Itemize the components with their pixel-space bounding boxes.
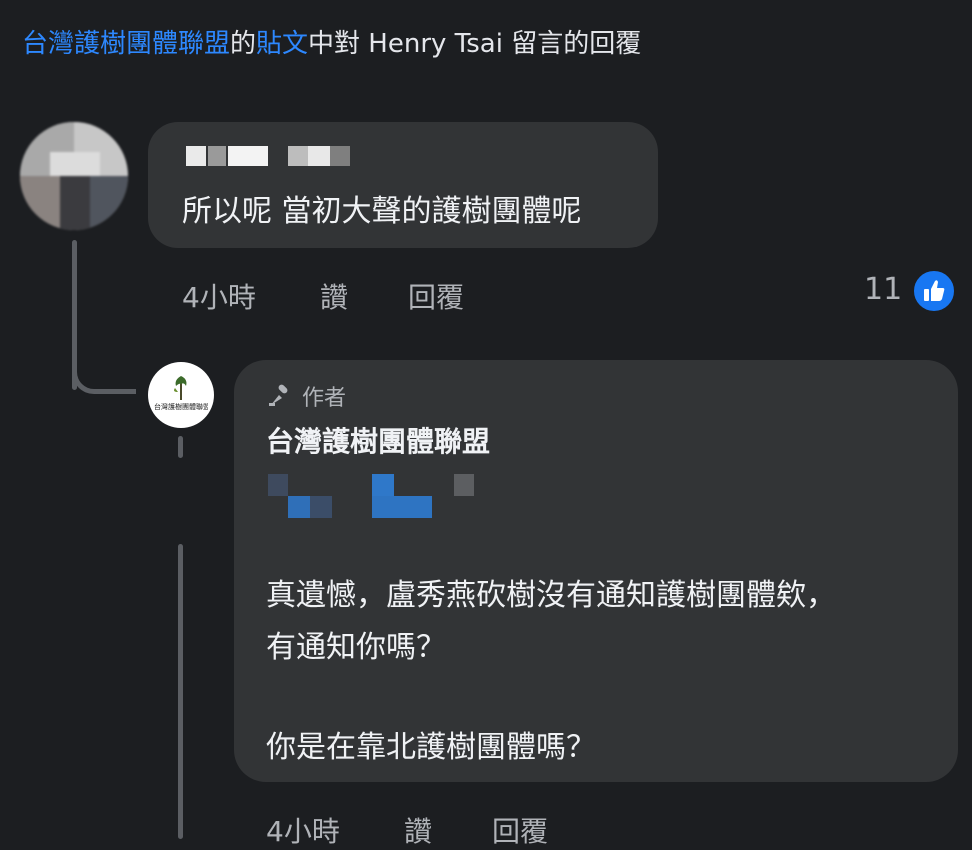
tree-logo-icon <box>174 376 187 400</box>
reply-thread-line <box>178 436 183 458</box>
reply-like-button[interactable]: 讚 <box>404 810 432 850</box>
reply-text: 真遺憾，盧秀燕砍樹沒有通知護樹團體欸， 有通知你嗎？ <box>266 570 836 674</box>
reply-timestamp[interactable]: 4小時 <box>266 810 340 850</box>
reaction-count[interactable]: 11 <box>864 272 902 307</box>
author-badge-label: 作者 <box>302 386 347 411</box>
header-of: 的 <box>230 29 257 59</box>
reply-author-name[interactable]: 台灣護樹團體聯盟 <box>266 420 490 460</box>
mentioned-name-redacted <box>268 474 478 518</box>
commenter-avatar[interactable] <box>20 122 128 230</box>
comment-text: 所以呢 當初大聲的護樹團體呢 <box>182 194 582 229</box>
org-link[interactable]: 台灣護樹團體聯盟 <box>22 29 230 59</box>
author-badge: 作者 <box>266 380 346 412</box>
post-link[interactable]: 貼文 <box>256 29 308 59</box>
reply-thread-line-lower <box>178 544 183 839</box>
microphone-icon <box>269 384 288 406</box>
header-rest: 中對 Henry Tsai 留言的回覆 <box>308 29 642 59</box>
comment-like-button[interactable]: 讚 <box>320 276 348 316</box>
reply-line-2: 有通知你嗎？ <box>266 630 446 665</box>
context-header: 台灣護樹團體聯盟的貼文中對 Henry Tsai 留言的回覆 <box>22 26 641 62</box>
comment-reply-button[interactable]: 回覆 <box>408 276 464 316</box>
commenter-name-redacted-2 <box>288 146 350 166</box>
thread-connector <box>72 350 136 394</box>
reply-reply-button[interactable]: 回覆 <box>492 810 548 850</box>
reply-line-1: 真遺憾，盧秀燕砍樹沒有通知護樹團體欸， <box>266 578 836 613</box>
reply-line-3: 你是在靠北護樹團體嗎？ <box>266 730 596 765</box>
comment-timestamp[interactable]: 4小時 <box>182 276 256 316</box>
like-reaction-icon[interactable] <box>912 269 956 313</box>
commenter-name-redacted <box>186 146 268 166</box>
page-avatar[interactable]: 台灣護樹團體聯盟 <box>148 362 214 428</box>
page-avatar-label: 台灣護樹團體聯盟 <box>154 403 208 411</box>
